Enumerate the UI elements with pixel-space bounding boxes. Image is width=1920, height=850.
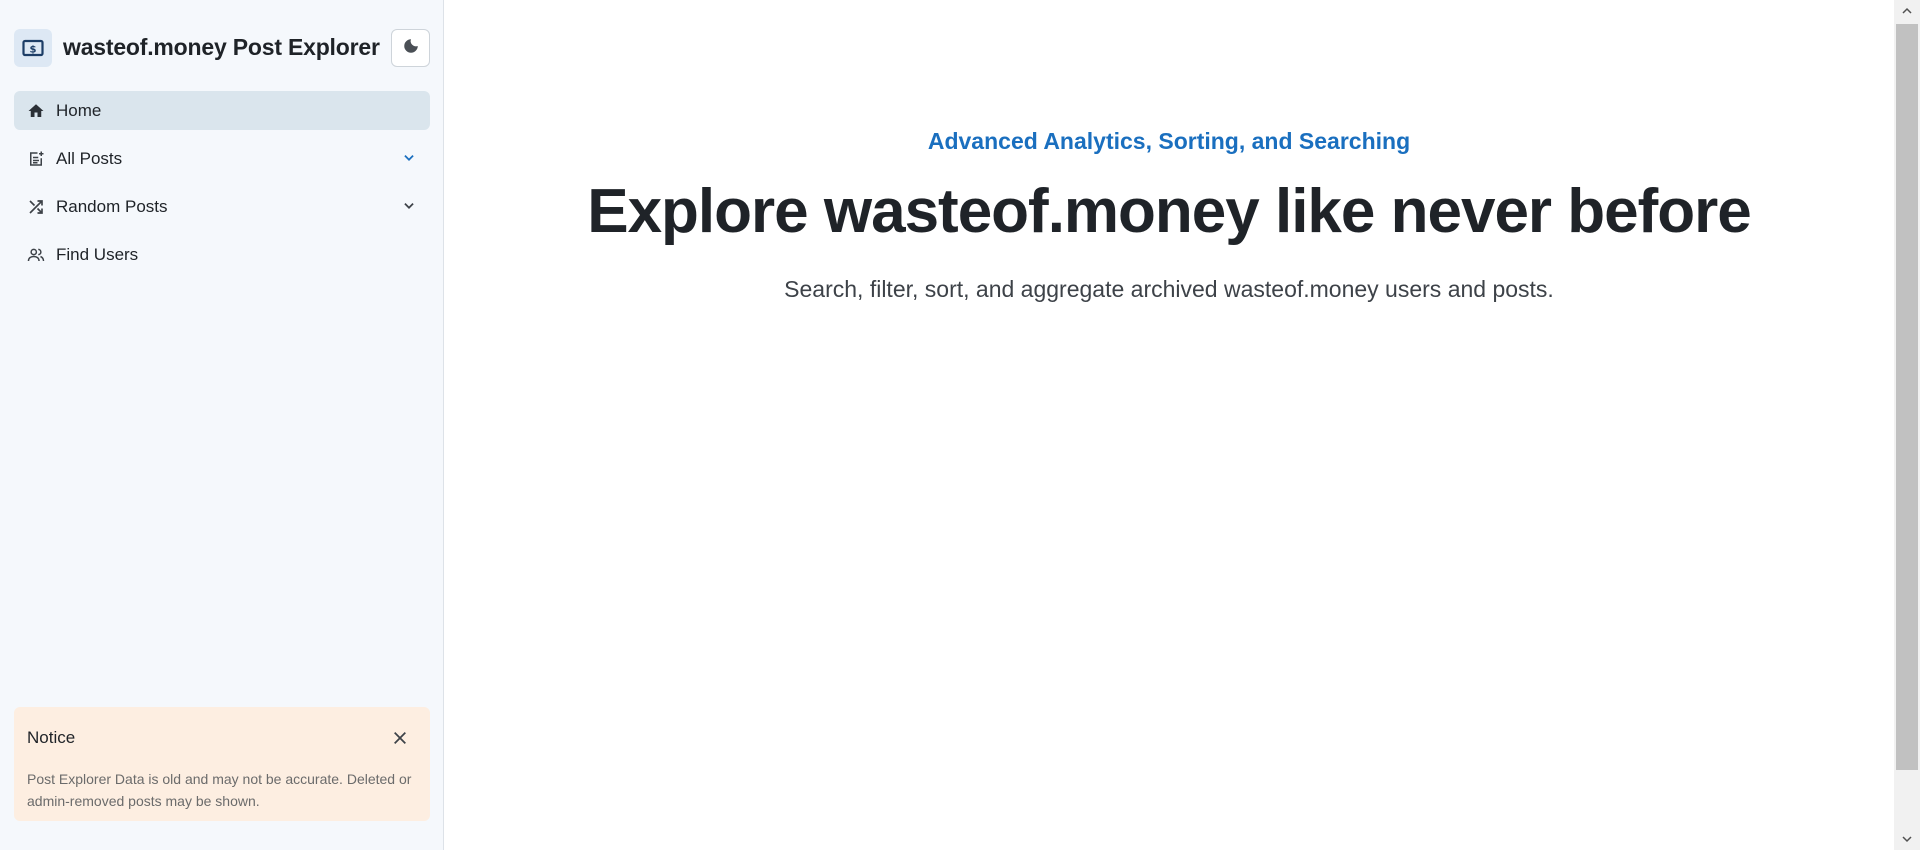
moon-icon [402,37,420,60]
money-logo-icon[interactable]: $ [14,29,52,67]
users-icon [26,245,46,265]
page-title: Explore wasteof.money like never before [587,177,1752,246]
shuffle-icon [26,197,46,217]
sidebar-header: $ wasteof.money Post Explorer [14,28,430,68]
sidebar-nav: Home All Posts Random Posts Find Users [14,91,430,283]
scrollbar-thumb[interactable] [1896,24,1918,770]
close-icon[interactable] [390,728,410,748]
main-content: Advanced Analytics, Sorting, and Searchi… [444,0,1894,850]
sidebar-item-find-users[interactable]: Find Users [14,235,430,274]
sidebar-item-label: Home [56,100,102,120]
post-add-icon [26,149,46,169]
vertical-scrollbar[interactable] [1894,0,1920,850]
home-icon [26,101,46,121]
chevron-down-icon[interactable] [400,149,418,167]
sidebar-item-label: Random Posts [56,196,168,216]
svg-text:$: $ [30,45,37,56]
sidebar-item-home[interactable]: Home [14,91,430,130]
sidebar: $ wasteof.money Post Explorer Home All P… [0,0,444,850]
theme-toggle-button[interactable] [391,29,430,67]
notice-banner: Notice Post Explorer Data is old and may… [14,707,430,821]
sidebar-item-label: Find Users [56,244,139,264]
scroll-up-icon[interactable] [1894,0,1920,22]
sidebar-item-label: All Posts [56,148,123,168]
sidebar-item-all-posts[interactable]: All Posts [14,139,430,178]
notice-text: Post Explorer Data is old and may not be… [27,771,412,809]
scroll-down-icon[interactable] [1894,828,1920,850]
sidebar-item-random-posts[interactable]: Random Posts [14,187,430,226]
hero-eyebrow: Advanced Analytics, Sorting, and Searchi… [927,128,1411,154]
app-title[interactable]: wasteof.money Post Explorer [63,34,380,61]
chevron-down-icon[interactable] [400,197,418,215]
notice-title: Notice [27,728,76,747]
hero-subtitle: Search, filter, sort, and aggregate arch… [784,276,1554,302]
app-root: $ wasteof.money Post Explorer Home All P… [0,0,1920,850]
